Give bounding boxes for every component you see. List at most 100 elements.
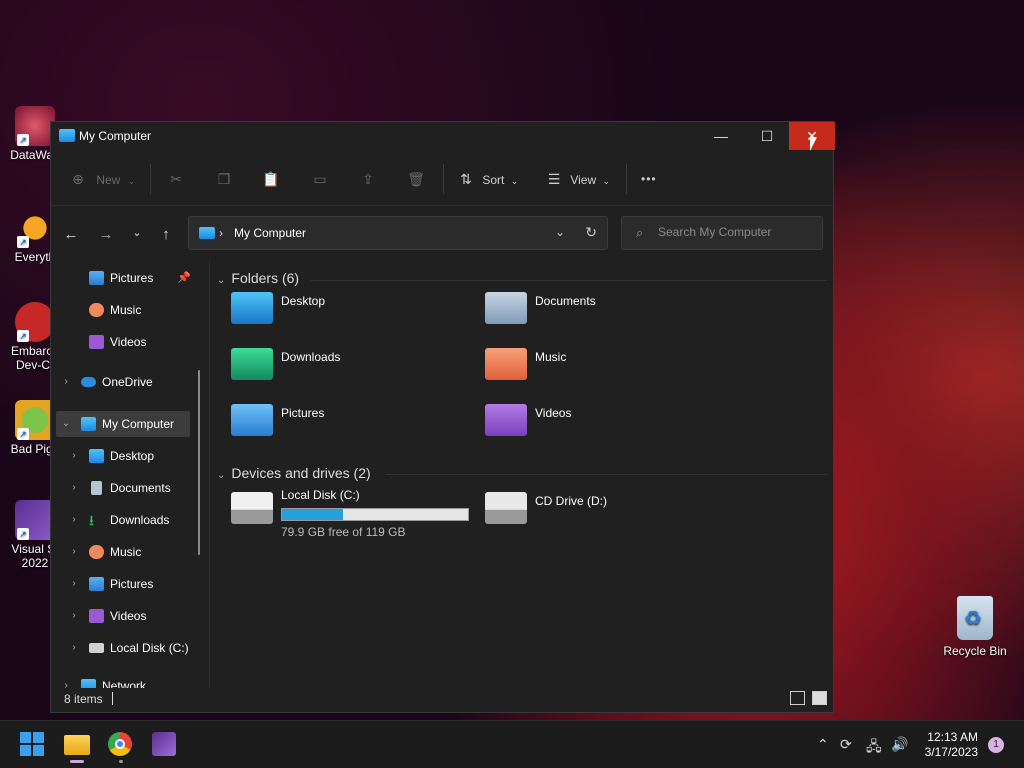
paste-button[interactable]: 📋 (262, 168, 280, 190)
new-button[interactable]: ⊕ New ⌄ (69, 168, 135, 190)
rename-icon: ▭ (313, 171, 327, 187)
folder-music[interactable]: Music (485, 344, 685, 384)
downloads-folder-icon (231, 348, 273, 380)
windows-icon (20, 732, 46, 756)
status-bar: 8 items (51, 686, 833, 712)
videos-icon (89, 335, 104, 349)
drive-local-disk-c[interactable]: Local Disk (C:) 79.9 GB free of 119 GB (231, 486, 476, 542)
chevron-down-icon: ⌄ (217, 470, 226, 481)
chevron-down-icon: ⌄ (602, 176, 611, 186)
navigation-pane: Pictures 📌 Music Videos › OneDrive ⌄ My … (51, 260, 209, 688)
downloads-icon: ⭳ (89, 512, 94, 528)
chevron-right-icon[interactable]: › (67, 507, 81, 533)
music-icon (89, 545, 104, 559)
chevron-right-icon[interactable]: › (67, 635, 81, 661)
chevron-right-icon[interactable]: › (67, 539, 81, 565)
onedrive-icon (81, 377, 96, 387)
copy-button[interactable]: ❐ (215, 168, 233, 190)
new-label: New (96, 173, 121, 187)
sync-icon[interactable]: ⟳ (840, 736, 852, 753)
details-view-button[interactable] (790, 691, 805, 705)
desktop-folder-icon (231, 292, 273, 324)
clock[interactable]: 12:13 AM 3/17/2023 (918, 730, 978, 760)
local-disk-icon (231, 492, 273, 524)
show-hidden-icons-button[interactable]: ⌃ (817, 736, 829, 753)
minimize-button[interactable]: — (698, 122, 744, 150)
drive-cd-d[interactable]: CD Drive (D:) (485, 486, 685, 542)
chevron-right-icon[interactable]: › (67, 603, 81, 629)
chevron-right-icon[interactable]: › (67, 475, 81, 501)
sidebar-item-pictures-quick[interactable]: Pictures 📌 (89, 265, 199, 291)
chevron-right-icon[interactable]: › (59, 369, 73, 395)
sidebar-scrollbar[interactable] (198, 370, 200, 555)
taskbar: ⌃ ⟳ 🖧 🔊 12:13 AM 3/17/2023 1 (0, 720, 1024, 768)
folders-group-header[interactable]: ⌄ Folders (6) (217, 270, 299, 286)
notification-badge[interactable]: 1 (988, 737, 1004, 753)
command-bar: ⊕ New ⌄ ✂ ❐ 📋 ▭ ⇪ 🗑 ⇅ Sort ⌄ ☰ View ⌄ ••… (51, 150, 833, 206)
folder-downloads[interactable]: Downloads (231, 344, 431, 384)
disk-free-text: 79.9 GB free of 119 GB (281, 525, 406, 539)
datawag-icon: ↗ (15, 106, 55, 146)
address-row: ← → ⌄ ↑ › My Computer ⌄ ↻ ⌕ (51, 206, 833, 260)
documents-icon (91, 481, 102, 495)
search-input[interactable] (658, 225, 818, 239)
scissors-icon: ✂ (170, 171, 182, 187)
clock-date: 3/17/2023 (924, 745, 978, 759)
breadcrumb[interactable]: My Computer (234, 226, 306, 240)
chevron-down-icon[interactable]: ⌄ (555, 225, 565, 239)
folder-desktop[interactable]: Desktop (231, 288, 431, 328)
rename-button[interactable]: ▭ (311, 168, 329, 190)
start-button[interactable] (20, 732, 46, 758)
cd-drive-icon (485, 492, 527, 524)
title-bar[interactable]: My Computer — ☐ ✕ (51, 122, 835, 150)
search-box[interactable]: ⌕ (621, 216, 823, 250)
folder-documents[interactable]: Documents (485, 288, 685, 328)
file-explorer-taskbar-button[interactable] (64, 732, 90, 763)
pictures-folder-icon (231, 404, 273, 436)
back-button[interactable]: ← (60, 226, 82, 243)
chevron-down-icon[interactable]: ⌄ (59, 411, 73, 437)
mouse-cursor (810, 137, 817, 151)
chevron-right-icon[interactable]: › (67, 443, 81, 469)
window-title: My Computer (79, 129, 152, 143)
videos-icon (89, 609, 104, 623)
network-icon[interactable]: 🖧 (866, 736, 882, 760)
music-folder-icon (485, 348, 527, 380)
chrome-taskbar-button[interactable] (108, 732, 134, 763)
more-options-button[interactable]: ••• (641, 168, 657, 190)
pin-icon: 📌 (177, 272, 191, 284)
share-icon: ⇪ (362, 171, 374, 187)
recent-locations-button[interactable]: ⌄ (126, 226, 148, 239)
chevron-down-icon: ⌄ (217, 275, 226, 286)
view-icon: ☰ (547, 171, 561, 187)
everything-icon: ↗ (15, 208, 55, 248)
view-button[interactable]: ☰ View ⌄ (545, 168, 610, 190)
large-icons-view-button[interactable] (812, 691, 827, 705)
more-icon: ••• (641, 172, 657, 186)
recycle-bin[interactable]: Recycle Bin (940, 596, 1010, 658)
share-button[interactable]: ⇪ (359, 168, 377, 190)
delete-button[interactable]: 🗑 (407, 168, 425, 190)
volume-icon[interactable]: 🔊 (891, 736, 908, 753)
refresh-button[interactable]: ↻ (585, 224, 597, 241)
recycle-bin-icon (957, 596, 993, 640)
chevron-down-icon: ⌄ (127, 176, 136, 186)
cut-button[interactable]: ✂ (167, 168, 185, 190)
videos-folder-icon (485, 404, 527, 436)
bad-piggies-icon: ↗ (15, 400, 55, 440)
recycle-bin-label: Recycle Bin (943, 644, 1007, 658)
music-icon (89, 303, 104, 317)
visual-studio-taskbar-button[interactable] (152, 732, 178, 758)
folder-pictures[interactable]: Pictures (231, 400, 431, 440)
address-bar[interactable]: › My Computer ⌄ ↻ (188, 216, 608, 250)
maximize-button[interactable]: ☐ (744, 122, 790, 150)
forward-button[interactable]: → (95, 226, 117, 243)
folder-videos[interactable]: Videos (485, 400, 685, 440)
up-button[interactable]: ↑ (155, 226, 177, 243)
computer-icon (81, 417, 96, 431)
sort-button[interactable]: ⇅ Sort ⌄ (457, 168, 518, 190)
item-count: 8 items (64, 692, 103, 706)
sort-icon: ⇅ (460, 171, 472, 187)
chevron-right-icon[interactable]: › (67, 571, 81, 597)
drives-group-header[interactable]: ⌄ Devices and drives (2) (217, 465, 371, 481)
